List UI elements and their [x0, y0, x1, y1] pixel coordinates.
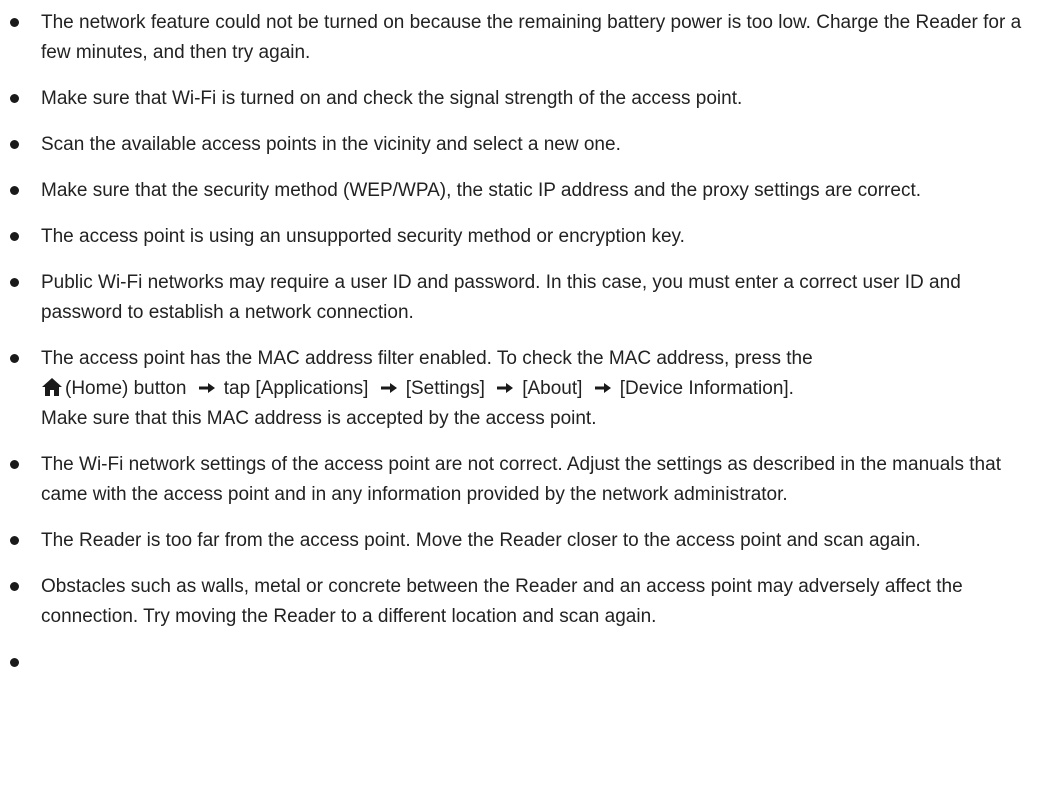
bullet-icon: [10, 460, 19, 469]
step-device-information: [Device Information].: [619, 378, 794, 399]
arrow-right-icon: [497, 383, 514, 393]
list-item-text: Obstacles such as walls, metal or concre…: [41, 576, 963, 627]
home-button-label: (Home) button: [65, 378, 187, 399]
list-item: The access point is using an unsupported…: [0, 222, 1042, 252]
list-item: The Reader is too far from the access po…: [0, 526, 1042, 556]
bullet-icon: [10, 232, 19, 241]
troubleshooting-list: The network feature could not be turned …: [0, 0, 1042, 678]
bullet-icon: [10, 94, 19, 103]
bullet-icon: [10, 354, 19, 363]
list-item-text: Make sure that Wi-Fi is turned on and ch…: [41, 88, 743, 109]
list-item-text: The network feature could not be turned …: [41, 12, 1022, 63]
list-item: Scan the available access points in the …: [0, 130, 1042, 160]
bullet-icon: [10, 278, 19, 287]
list-item-text: Public Wi-Fi networks may require a user…: [41, 272, 961, 323]
bullet-icon: [10, 582, 19, 591]
mac-filter-intro: The access point has the MAC address fil…: [41, 348, 813, 369]
list-item: Make sure that Wi-Fi is turned on and ch…: [0, 84, 1042, 114]
list-item: The network feature could not be turned …: [0, 8, 1042, 68]
arrow-right-icon: [380, 383, 397, 393]
step-applications: tap [Applications]: [223, 378, 369, 399]
bullet-icon: [10, 658, 19, 667]
mac-filter-outro: Make sure that this MAC address is accep…: [41, 408, 597, 429]
bullet-icon: [10, 186, 19, 195]
bullet-icon: [10, 536, 19, 545]
list-item: Public Wi-Fi networks may require a user…: [0, 268, 1042, 328]
list-item-mac-filter: The access point has the MAC address fil…: [0, 344, 1042, 434]
list-item-text: Make sure that the security method (WEP/…: [41, 180, 922, 201]
list-item-text: The Reader is too far from the access po…: [41, 530, 921, 551]
home-icon: [42, 378, 62, 396]
list-item-text: Scan the available access points in the …: [41, 134, 621, 155]
list-item-text: The access point is using an unsupported…: [41, 226, 685, 247]
list-item-empty: [0, 648, 1042, 678]
list-item: Obstacles such as walls, metal or concre…: [0, 572, 1042, 632]
list-item-text: The Wi-Fi network settings of the access…: [41, 454, 1001, 505]
bullet-icon: [10, 140, 19, 149]
arrow-right-icon: [594, 383, 611, 393]
step-about: [About]: [522, 378, 583, 399]
list-item: The Wi-Fi network settings of the access…: [0, 450, 1042, 510]
list-item: Make sure that the security method (WEP/…: [0, 176, 1042, 206]
step-settings: [Settings]: [405, 378, 485, 399]
bullet-icon: [10, 18, 19, 27]
arrow-right-icon: [198, 383, 215, 393]
